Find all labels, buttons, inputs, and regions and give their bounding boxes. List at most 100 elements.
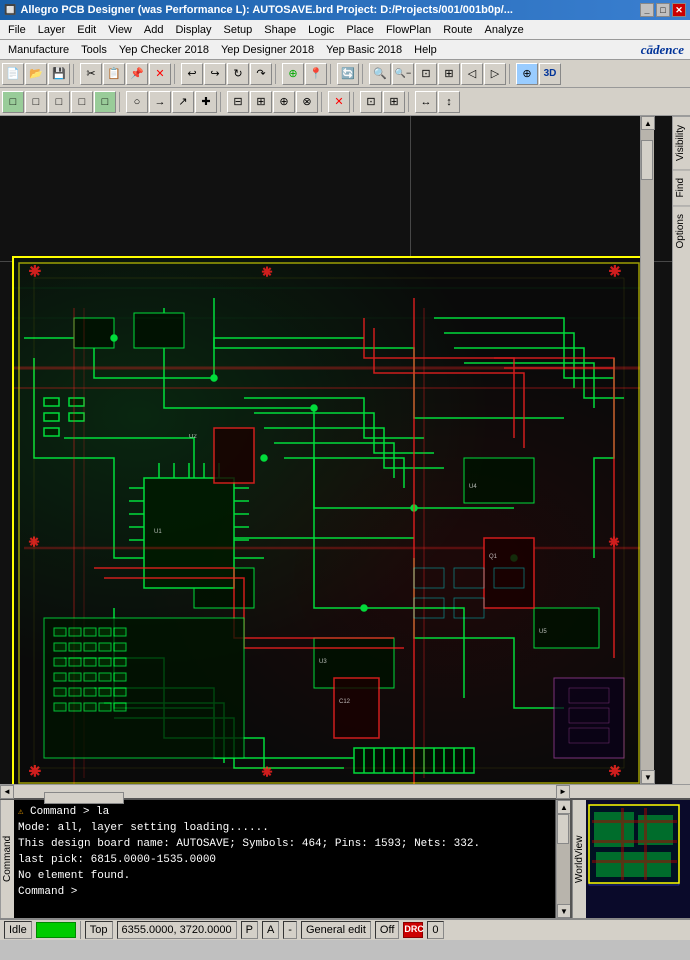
svg-text:✳: ✳ (609, 263, 621, 279)
tb2-btn-2[interactable]: □ (25, 91, 47, 113)
menu-help[interactable]: Help (408, 42, 443, 58)
tb-pin-button[interactable]: 📍 (305, 63, 327, 85)
scroll-thumb[interactable] (641, 140, 653, 180)
tb-redo3-button[interactable]: ↷ (250, 63, 272, 85)
tb-3d-button[interactable]: 3D (539, 63, 561, 85)
log-text-5: No element found. (18, 870, 130, 882)
scroll-left-arrow[interactable]: ◄ (0, 785, 14, 799)
menu-shape[interactable]: Shape (258, 22, 302, 38)
status-p-btn[interactable]: P (241, 921, 258, 939)
menu-analyze[interactable]: Analyze (479, 22, 530, 38)
menu-edit[interactable]: Edit (71, 22, 102, 38)
find-tab[interactable]: Find (673, 169, 690, 205)
pcb-canvas[interactable]: ✳ ✳ ✳ ✳ ✳ ✳ ✳ ✳ (0, 116, 672, 784)
scroll-right-arrow[interactable]: ► (556, 785, 570, 799)
menu-manufacture[interactable]: Manufacture (2, 42, 75, 58)
minimize-button[interactable]: _ (640, 3, 654, 17)
tb2-btn-11[interactable]: ⊞ (250, 91, 272, 113)
menu-add[interactable]: Add (138, 22, 170, 38)
menu-yep-designer[interactable]: Yep Designer 2018 (215, 42, 320, 58)
tb-refresh-button[interactable]: 🔄 (337, 63, 359, 85)
menu-place[interactable]: Place (340, 22, 380, 38)
tb2-btn-5[interactable]: □ (94, 91, 116, 113)
svg-text:U5: U5 (539, 629, 547, 635)
menu-yep-checker[interactable]: Yep Checker 2018 (113, 42, 215, 58)
status-green-indicator (36, 922, 76, 938)
tb2-btn-16[interactable]: ⊞ (383, 91, 405, 113)
menu-display[interactable]: Display (169, 22, 217, 38)
log-line-2: Mode: all, layer setting loading...... (18, 820, 551, 836)
scroll-track[interactable] (641, 130, 654, 770)
visibility-tab[interactable]: Visibility (673, 116, 690, 169)
tb2-btn-7[interactable]: → (149, 91, 171, 113)
status-layer[interactable]: Top (85, 921, 113, 939)
svg-text:✳: ✳ (29, 263, 41, 279)
tb-zoom-sel-button[interactable]: ⊞ (438, 63, 460, 85)
scroll-down-arrow[interactable]: ▼ (641, 770, 655, 784)
tb-snap-button[interactable]: ⊕ (282, 63, 304, 85)
worldview-container: WorldView (572, 800, 690, 918)
tb-copy-button[interactable]: 📋 (103, 63, 125, 85)
tb-paste-button[interactable]: 📌 (126, 63, 148, 85)
menu-route[interactable]: Route (437, 22, 478, 38)
scroll-up-arrow[interactable]: ▲ (641, 116, 655, 130)
tb-redo-button[interactable]: ↪ (204, 63, 226, 85)
tb-redo2-button[interactable]: ↻ (227, 63, 249, 85)
tb2-btn-18[interactable]: ↕ (438, 91, 460, 113)
tb-zoom-fit-button[interactable]: ⊡ (415, 63, 437, 85)
menu-layer[interactable]: Layer (32, 22, 72, 38)
log-scroll-track[interactable] (557, 814, 570, 904)
tb2-btn-8[interactable]: ↗ (172, 91, 194, 113)
tb-delete-button[interactable]: ✕ (149, 63, 171, 85)
tb-new-button[interactable]: 📄 (2, 63, 24, 85)
tb2-btn-9[interactable]: ✚ (195, 91, 217, 113)
tb2-btn-4[interactable]: □ (71, 91, 93, 113)
worldview-map[interactable] (586, 800, 690, 918)
log-text-2: Mode: all, layer setting loading...... (18, 822, 269, 834)
h-scroll-thumb[interactable] (44, 792, 124, 804)
tb-save-button[interactable]: 💾 (48, 63, 70, 85)
tb-cut-button[interactable]: ✂ (80, 63, 102, 85)
menu-yep-basic[interactable]: Yep Basic 2018 (320, 42, 408, 58)
tb-zoom-next-button[interactable]: ▷ (484, 63, 506, 85)
tb-open-button[interactable]: 📂 (25, 63, 47, 85)
menu-file[interactable]: File (2, 22, 32, 38)
tb2-btn-12[interactable]: ⊕ (273, 91, 295, 113)
menu-view[interactable]: View (102, 22, 138, 38)
tb-pan-button[interactable]: ⊕ (516, 63, 538, 85)
toolbar-sep-4 (330, 64, 334, 84)
close-button[interactable]: ✕ (672, 3, 686, 17)
menu-flowplan[interactable]: FlowPlan (380, 22, 437, 38)
tb2-btn-14[interactable]: ✕ (328, 91, 350, 113)
command-log[interactable]: ⚠ Command > la Mode: all, layer setting … (14, 800, 556, 918)
log-scroll-thumb[interactable] (557, 814, 569, 844)
tb-undo-button[interactable]: ↩ (181, 63, 203, 85)
status-a-btn[interactable]: A (262, 921, 279, 939)
tb-zoom-prev-button[interactable]: ◁ (461, 63, 483, 85)
options-tab[interactable]: Options (673, 205, 690, 256)
log-line-6: Command > (18, 884, 551, 900)
menu-logic[interactable]: Logic (302, 22, 340, 38)
menu-tools[interactable]: Tools (75, 42, 113, 58)
log-scroll-down[interactable]: ▼ (557, 904, 571, 918)
app-icon: 🔲 (4, 5, 16, 16)
status-drc[interactable]: DRC (403, 922, 423, 938)
maximize-button[interactable]: □ (656, 3, 670, 17)
command-scrollbar[interactable]: ▲ ▼ (556, 800, 570, 918)
log-scroll-up[interactable]: ▲ (557, 800, 571, 814)
menu-setup[interactable]: Setup (218, 22, 259, 38)
tb2-btn-6[interactable]: ○ (126, 91, 148, 113)
log-text-4: last pick: 6815.0000-1535.0000 (18, 854, 216, 866)
vertical-scrollbar[interactable]: ▲ ▼ (640, 116, 654, 784)
tb2-btn-13[interactable]: ⊗ (296, 91, 318, 113)
tb2-btn-10[interactable]: ⊟ (227, 91, 249, 113)
tb2-btn-15[interactable]: ⊡ (360, 91, 382, 113)
tb2-btn-17[interactable]: ↔ (415, 91, 437, 113)
tb2-btn-1[interactable]: □ (2, 91, 24, 113)
horizontal-scrollbar[interactable]: ◄ ► (0, 784, 690, 798)
svg-text:✳: ✳ (29, 763, 41, 779)
status-off[interactable]: Off (375, 921, 399, 939)
tb-zoom-out-button[interactable]: 🔍− (392, 63, 414, 85)
tb2-btn-3[interactable]: □ (48, 91, 70, 113)
tb-zoom-in-button[interactable]: 🔍 (369, 63, 391, 85)
